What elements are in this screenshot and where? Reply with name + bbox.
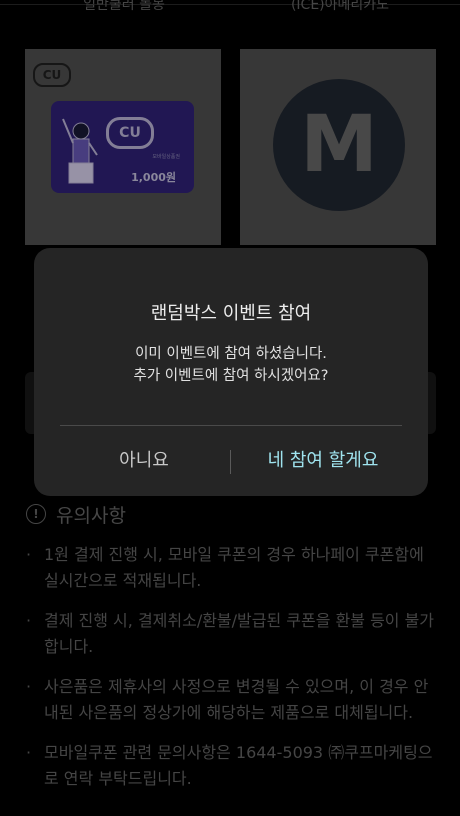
button-separator [230, 450, 231, 474]
dialog-title: 랜덤박스 이벤트 참여 [150, 303, 312, 324]
dialog-divider [60, 425, 402, 426]
dialog-message: 이미 이벤트에 참여 하셨습니다. 추가 이벤트에 참여 하시겠어요? [34, 343, 428, 387]
dialog-message-line2: 추가 이벤트에 참여 하시겠어요? [133, 368, 329, 384]
confirm-participate-button[interactable]: 네 참여 할게요 [238, 444, 408, 478]
no-button[interactable]: 아니요 [74, 444, 214, 478]
dialog-message-line1: 이미 이벤트에 참여 하셨습니다. [135, 346, 327, 362]
confirm-dialog: 랜덤박스 이벤트 참여 이미 이벤트에 참여 하셨습니다. 추가 이벤트에 참여… [34, 248, 428, 496]
